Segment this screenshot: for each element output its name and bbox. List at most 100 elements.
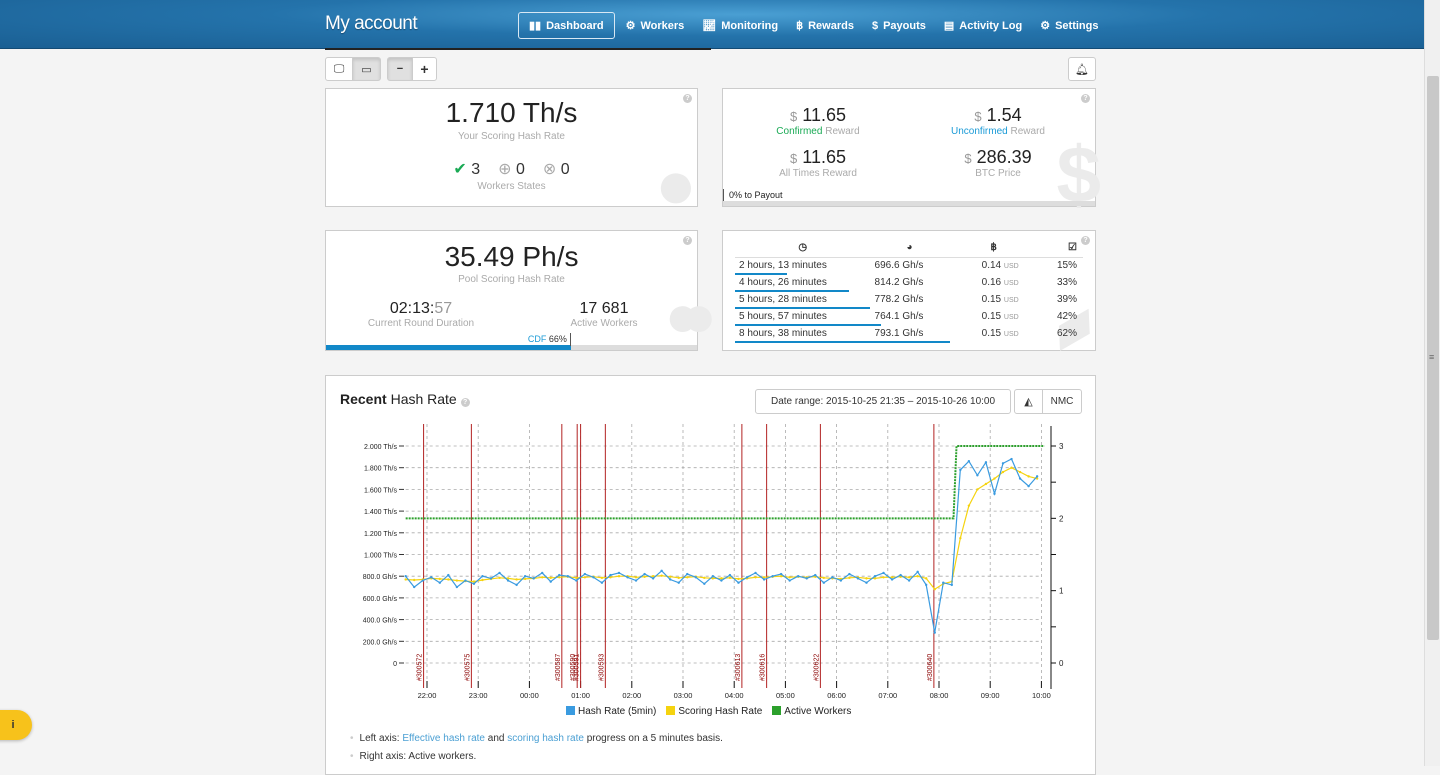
state-down[interactable]: ⊕ 0 xyxy=(498,159,525,179)
bitcoin-icon: ฿ xyxy=(796,20,804,32)
hash-rate-point xyxy=(464,579,467,582)
hash-rate-point xyxy=(515,583,518,587)
all-times-label: All Times Reward xyxy=(779,168,857,179)
hash-rate-point xyxy=(720,579,723,582)
nav-label: Settings xyxy=(1055,19,1099,32)
round-percent: 15% xyxy=(1056,260,1077,272)
error-count: 0 xyxy=(560,161,570,178)
scoring-hash-rate-point xyxy=(788,576,791,579)
zoom-in-button[interactable]: + xyxy=(412,57,437,81)
hash-rate-point xyxy=(984,461,988,464)
rounds-table: ◷ ◕ ฿ ☑ 2 hours, 13 minutes 696.6 Gh/s 0… xyxy=(735,239,1083,343)
hash-rate-point xyxy=(814,573,817,577)
state-error[interactable]: ⊗ 0 xyxy=(543,159,570,179)
currency-symbol: $ xyxy=(790,109,798,124)
clock-icon: ◷ xyxy=(735,239,871,258)
desktop-view-button[interactable]: 🖵︎ xyxy=(325,57,353,81)
btc-price-label: BTC Price xyxy=(975,168,1021,179)
state-ok[interactable]: ✔ 3 xyxy=(453,159,480,179)
worker-states: ✔ 3 ⊕ 0 ⊗ 0 xyxy=(326,159,697,179)
scoring-hash-rate-point xyxy=(686,576,689,579)
y-tick-label-right: 2 xyxy=(1059,514,1064,523)
scoring-hash-rate-point xyxy=(549,576,552,580)
round-percent: 42% xyxy=(1056,311,1077,322)
hash-rate-point xyxy=(541,571,544,575)
legend-label: Scoring Hash Rate xyxy=(678,706,763,717)
scoring-hash-rate-point xyxy=(583,576,587,579)
zoom-out-button[interactable]: − xyxy=(387,57,413,81)
user-ghost-icon: ● xyxy=(654,145,697,223)
hash-rate-point xyxy=(882,571,885,575)
legend-hash-rate[interactable]: Hash Rate (5min) xyxy=(566,706,656,717)
hash-rate-point xyxy=(797,575,800,578)
scoring-hash-rate-point xyxy=(728,576,732,580)
scoring-hash-rate-point xyxy=(720,577,723,580)
hash-rate-point xyxy=(762,578,766,581)
page-scrollbar[interactable]: ≡ xyxy=(1424,0,1440,766)
pie-chart-icon: ◕ xyxy=(870,239,949,258)
nav-payouts[interactable]: $ Payouts xyxy=(863,14,935,38)
hash-rate-point xyxy=(942,581,945,584)
recent-hashrate-panel: Recent Hash Rate ? Date range: 2015-10-2… xyxy=(325,375,1096,775)
cdf-value: 66% xyxy=(548,334,567,344)
nav-activity-log[interactable]: ▤ Activity Log xyxy=(935,13,1031,38)
laptop-view-button[interactable]: ▭ xyxy=(352,57,381,81)
legend-label: Hash Rate (5min) xyxy=(578,706,657,717)
scoring-hash-rate-point xyxy=(703,576,706,580)
scoring-hash-rate-point xyxy=(643,575,646,578)
round-rate: 764.1 Gh/s xyxy=(874,311,924,322)
round-reward: 0.15 USD xyxy=(949,325,1039,342)
help-icon[interactable]: ? xyxy=(683,236,692,245)
header-underline xyxy=(325,48,711,50)
hash-rate-point xyxy=(583,572,587,576)
note-left-axis: Left axis: Effective hash rate and scori… xyxy=(350,730,723,748)
hash-rate-point xyxy=(890,578,894,581)
info-button[interactable]: i xyxy=(0,710,32,740)
pool-hashrate-panel: ? ●● 35.49 Ph/s Pool Scoring Hash Rate 0… xyxy=(325,230,717,351)
notifications-button[interactable]: 🔔︎ xyxy=(1068,57,1096,81)
gear-icon: ⚙ xyxy=(1040,20,1051,32)
nav-monitoring[interactable]: 📈︎ Monitoring xyxy=(693,13,787,38)
nav-rewards[interactable]: ฿ Rewards xyxy=(787,13,863,38)
legend-scoring-hash-rate[interactable]: Scoring Hash Rate xyxy=(666,706,762,717)
bitcoin-icon: ฿ xyxy=(948,239,1039,258)
effective-hash-rate-link[interactable]: Effective hash rate xyxy=(402,733,485,744)
duration-seconds: 57 xyxy=(434,300,453,317)
help-icon[interactable]: ? xyxy=(1081,94,1090,103)
reward-unit: USD xyxy=(1003,297,1019,304)
dashboard-icon: ▮▮ xyxy=(529,20,542,32)
y-tick-label-left: 1.000 Th/s xyxy=(364,553,397,560)
x-tick-label: 22:00 xyxy=(418,691,437,700)
scoring-hash-rate-point xyxy=(984,482,988,486)
currency-symbol: $ xyxy=(974,109,982,124)
help-icon[interactable]: ? xyxy=(683,94,692,103)
nav-settings[interactable]: ⚙ Settings xyxy=(1031,13,1107,38)
hash-rate-point xyxy=(839,579,843,582)
legend-active-workers[interactable]: Active Workers xyxy=(772,706,851,717)
round-row: 2 hours, 13 minutes 696.6 Gh/s 0.14 USD … xyxy=(735,257,1083,275)
round-reward: 0.15 USD xyxy=(949,308,1039,325)
hash-rate-point xyxy=(805,577,808,580)
nav-workers[interactable]: ⚙ Workers xyxy=(617,13,694,38)
nav-dashboard[interactable]: ▮▮ Dashboard xyxy=(518,12,615,39)
x-tick-label: 05:00 xyxy=(776,691,795,700)
confirmed-label: Reward xyxy=(822,126,860,137)
hash-rate-point xyxy=(481,575,484,578)
scoring-hash-rate-point xyxy=(865,577,868,580)
hash-rate-point xyxy=(788,579,791,582)
scoring-hash-rate-link[interactable]: scoring hash rate xyxy=(507,733,584,744)
x-tick-label: 09:00 xyxy=(981,691,1000,700)
hash-rate-point xyxy=(976,474,979,477)
y-tick-label-right: 0 xyxy=(1059,659,1064,668)
ok-count: 3 xyxy=(471,161,481,178)
top-header: My account ▮▮ Dashboard ⚙ Workers 📈︎ Monito… xyxy=(0,0,1424,49)
reward-value: 0.14 xyxy=(981,260,1002,272)
hash-rate-point xyxy=(643,572,646,576)
cdf-progress-track xyxy=(326,345,697,350)
x-tick-label: 10:00 xyxy=(1032,691,1051,700)
cdf-label: CDF 66% xyxy=(528,333,571,346)
hash-rate-point xyxy=(430,576,433,579)
x-circle-icon: ⊗ xyxy=(542,161,557,178)
hash-rate-point xyxy=(993,492,996,495)
block-marker-label: #300593 xyxy=(598,654,605,681)
